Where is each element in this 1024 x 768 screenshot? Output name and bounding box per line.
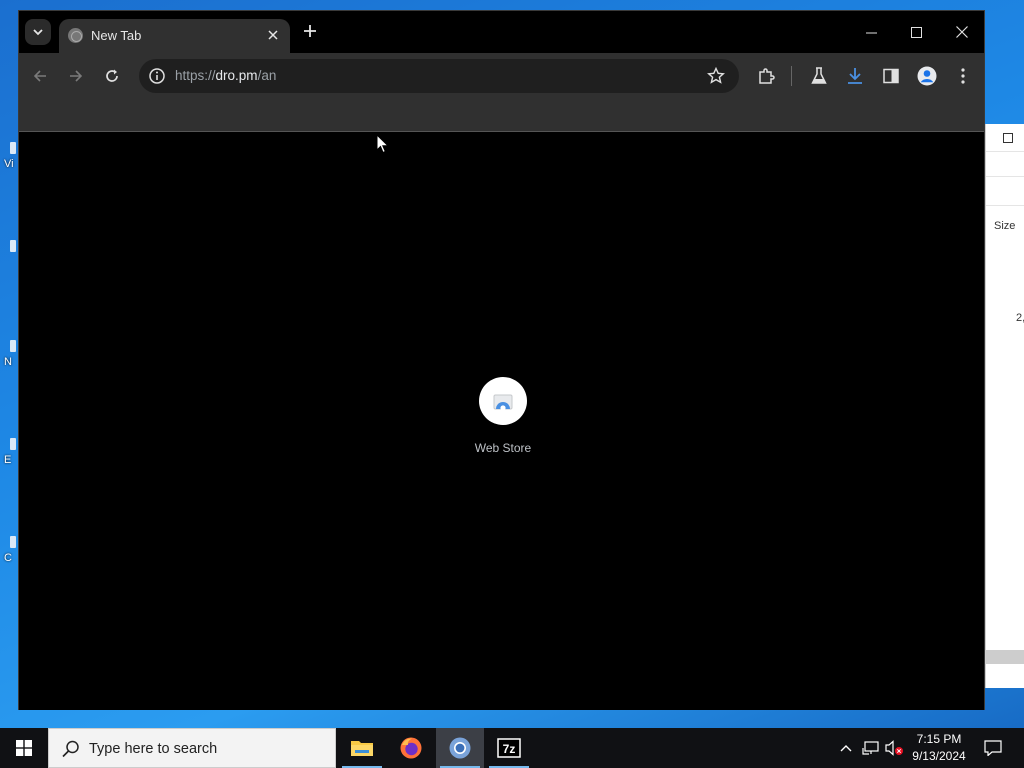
background-window[interactable]: Size 2,	[985, 124, 1024, 688]
reload-button[interactable]	[99, 63, 125, 89]
web-store-icon	[493, 394, 513, 411]
desktop-app-icon	[10, 340, 16, 352]
maximize-icon	[910, 26, 922, 38]
close-tab-button[interactable]	[264, 26, 282, 44]
close-window-button[interactable]	[939, 17, 985, 47]
clock-date: 9/13/2024	[912, 749, 966, 763]
url-host: dro.pm	[215, 68, 258, 83]
taskbar-search-box[interactable]: Type here to search	[48, 728, 336, 768]
maximize-icon[interactable]	[1003, 133, 1013, 143]
desktop-icon-label: C	[4, 552, 12, 564]
desktop-icon-5[interactable]: C	[0, 532, 18, 572]
download-icon	[848, 68, 862, 84]
taskbar-clock[interactable]: 7:15 PM 9/13/2024	[904, 731, 974, 765]
desktop-icon-4[interactable]: E	[0, 434, 18, 474]
search-placeholder: Type here to search	[89, 741, 218, 757]
labs-button[interactable]	[806, 63, 832, 89]
7zip-icon: 7z	[497, 738, 521, 758]
desktop-app-icon	[10, 536, 16, 548]
taskbar-7zip[interactable]: 7z	[485, 728, 533, 768]
url-scheme: https://	[175, 68, 216, 83]
7zip-label: 7z	[503, 742, 516, 756]
close-icon	[956, 26, 968, 38]
background-window-titlebar[interactable]	[986, 124, 1024, 152]
taskbar-firefox[interactable]	[387, 728, 435, 768]
tab-title: New Tab	[91, 28, 142, 43]
address-bar[interactable]: https://dro.pm/an	[139, 59, 739, 93]
desktop-app-icon	[10, 142, 16, 154]
taskbar: Type here to search 7z 7:15 PM 9/13/2024	[0, 728, 1024, 768]
side-panel-button[interactable]	[878, 63, 904, 89]
volume-muted-icon	[885, 740, 903, 756]
desktop-app-icon	[10, 438, 16, 450]
desktop-icon-1[interactable]: Vi	[0, 138, 18, 178]
desktop-icon-label: E	[4, 454, 12, 466]
desktop-icon-2[interactable]	[0, 236, 18, 276]
desktop-app-icon	[10, 240, 16, 252]
flask-icon	[811, 67, 827, 84]
tab-search-button[interactable]	[25, 19, 51, 45]
url-text[interactable]: https://dro.pm/an	[175, 68, 276, 83]
notification-icon	[984, 740, 1002, 756]
back-button[interactable]	[27, 63, 53, 89]
shortcut-web-store[interactable]: Web Store	[472, 377, 534, 455]
horizontal-scrollbar[interactable]	[986, 650, 1024, 664]
minimize-icon	[865, 32, 877, 33]
network-icon	[862, 741, 879, 755]
windows-logo-icon	[16, 740, 32, 756]
network-tray-button[interactable]	[860, 728, 882, 768]
desktop-icon-label: Vi	[4, 158, 14, 170]
volume-tray-button[interactable]	[884, 728, 906, 768]
reload-icon	[106, 69, 118, 82]
notification-center-button[interactable]	[978, 728, 1008, 768]
shortcut-tile	[479, 377, 527, 425]
url-path: /an	[257, 68, 277, 83]
search-icon	[62, 740, 79, 758]
background-window-ribbon	[986, 176, 1024, 206]
clock-time: 7:15 PM	[916, 732, 962, 746]
show-hidden-icons-button[interactable]	[836, 728, 856, 768]
close-icon	[268, 30, 278, 40]
side-panel-icon	[883, 68, 899, 84]
arrow-right-icon	[70, 70, 83, 82]
bookmarks-bar	[19, 99, 984, 132]
desktop-icon-label: N	[4, 356, 12, 368]
chevron-up-icon	[840, 745, 852, 752]
maximize-button[interactable]	[893, 17, 939, 47]
avatar-icon	[917, 66, 937, 86]
arrow-left-icon	[33, 70, 46, 82]
downloads-button[interactable]	[842, 63, 868, 89]
plus-icon	[304, 25, 316, 37]
new-tab-button[interactable]	[299, 21, 321, 43]
size-cell: 2,	[1016, 312, 1024, 324]
globe-icon	[68, 28, 83, 43]
extensions-button[interactable]	[753, 63, 779, 89]
taskbar-file-explorer[interactable]	[338, 728, 386, 768]
new-tab-page: Web Store	[19, 132, 984, 710]
tab-new-tab[interactable]: New Tab	[59, 19, 290, 53]
mouse-cursor-icon	[376, 134, 390, 154]
browser-window: New Tab https://dro.pm/an Web Store	[18, 10, 985, 710]
info-icon[interactable]	[148, 67, 166, 85]
start-button[interactable]	[0, 728, 48, 768]
taskbar-chrome[interactable]	[436, 728, 484, 768]
minimize-button[interactable]	[848, 17, 894, 47]
puzzle-icon	[759, 68, 775, 84]
size-column-header[interactable]: Size	[994, 220, 1015, 232]
toolbar-divider	[791, 66, 792, 86]
chrome-icon	[449, 737, 471, 759]
chevron-down-icon	[33, 29, 43, 36]
firefox-icon	[400, 737, 422, 759]
folder-icon	[351, 741, 373, 756]
tab-strip: New Tab	[19, 11, 984, 53]
desktop-icon-3[interactable]: N	[0, 336, 18, 376]
forward-button[interactable]	[63, 63, 89, 89]
profile-button[interactable]	[914, 63, 940, 89]
star-icon[interactable]	[707, 67, 725, 85]
shortcut-label: Web Store	[474, 441, 532, 455]
more-vert-icon	[961, 68, 965, 84]
browser-toolbar: https://dro.pm/an	[19, 53, 984, 99]
menu-button[interactable]	[950, 63, 976, 89]
